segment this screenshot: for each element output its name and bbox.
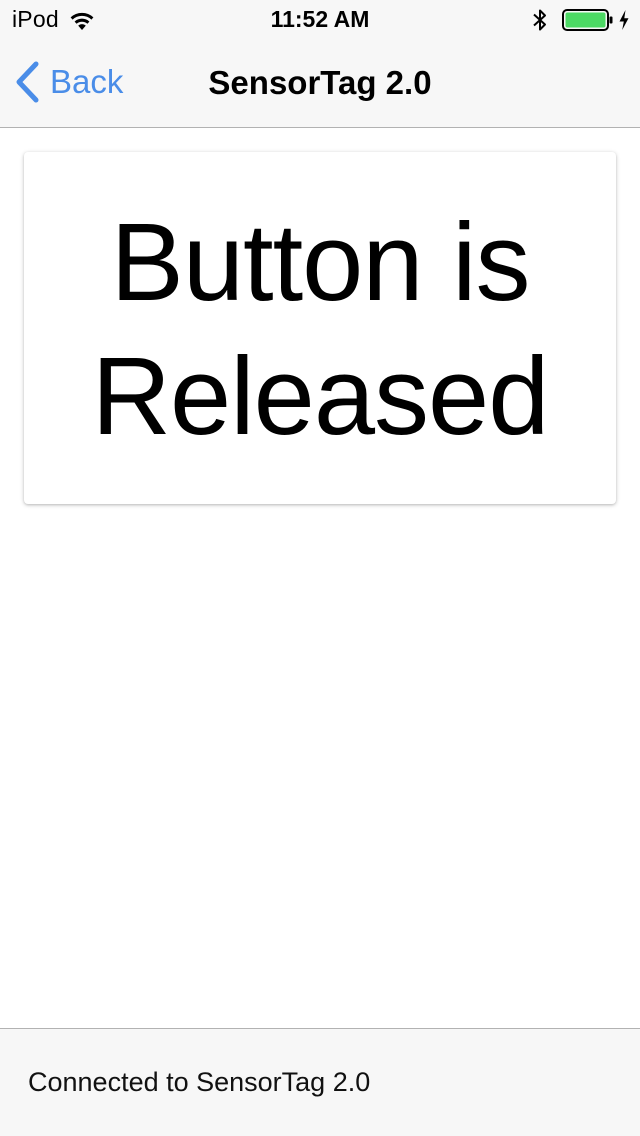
bluetooth-icon [532, 8, 548, 32]
charging-bolt-icon [618, 9, 630, 31]
navigation-bar: Back SensorTag 2.0 [0, 40, 640, 128]
connection-footer: Connected to SensorTag 2.0 [0, 1028, 640, 1136]
app-screen: iPod 11:52 AM Back SensorTag 2.0 Button … [0, 0, 640, 1136]
button-status-text: Button is Released [24, 196, 616, 464]
button-status-line-2: Released [91, 335, 550, 458]
connection-status: Connected to SensorTag 2.0 [28, 1067, 371, 1097]
button-status-card: Button is Released [24, 152, 616, 504]
button-status-line-1: Button is [110, 201, 530, 324]
battery-icon [562, 8, 614, 32]
status-right [532, 8, 630, 32]
page-title: SensorTag 2.0 [208, 64, 432, 101]
status-bar: iPod 11:52 AM [0, 0, 640, 40]
